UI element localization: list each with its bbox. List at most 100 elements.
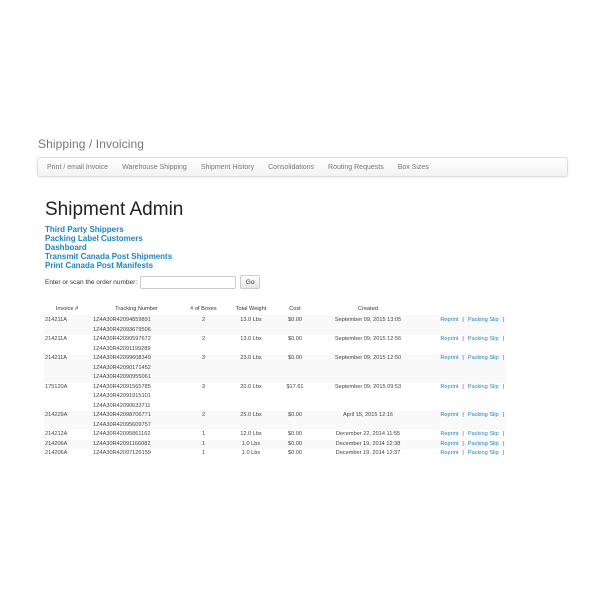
cost-cell: $17.61 <box>286 383 304 390</box>
cost-cell: $0.00 <box>278 439 312 449</box>
action-separator: | <box>502 412 505 418</box>
tracking-cell: 1Z4A30R42091565785 1Z4A30R42091915101 1Z4A… <box>90 383 183 412</box>
actions-cell: Reprint|Packing Slip|Void <box>424 430 506 440</box>
invoice-cell: 214206A <box>44 439 90 449</box>
table-row: 214211A 1Z4A30R42090597672 1Z4A30R42091199… <box>44 335 506 354</box>
tracking-cell: 1Z4A30R42090597672 1Z4A30R42091199289 <box>90 335 183 354</box>
boxes-cell: 1 <box>201 450 206 456</box>
action-separator: | <box>462 440 464 447</box>
tracking-number: 1Z4A30R42095861162 <box>93 431 151 437</box>
created-cell: September 09, 2015 12:56 <box>334 336 402 342</box>
table-body: 214211A 1Z4A30R42094859891 1Z4A30R42093679… <box>44 315 506 459</box>
nav-print-email-invoice[interactable]: Print / email Invoice <box>47 164 108 171</box>
table-row: 214211A 1Z4A30R42094859891 1Z4A30R42093679… <box>44 315 506 335</box>
tracking-cell: 1Z4A30R42098706771 1Z4A30R42095609757 <box>90 411 183 430</box>
link-transmit-canada-post[interactable]: Transmit Canada Post Shipments <box>45 252 172 261</box>
action-separator: | <box>502 450 505 456</box>
action-separator: | <box>462 450 464 456</box>
order-search: Enter or scan the order number: Go <box>45 275 261 289</box>
order-search-label: Enter or scan the order number: <box>45 278 138 286</box>
tracking-cell: 1Z4A30R42097126159 <box>90 449 183 459</box>
packing-slip-link[interactable]: Packing Slip <box>468 441 499 447</box>
link-dashboard[interactable]: Dashboard <box>45 243 172 252</box>
table-header-row: Invoice # Tracking Number # of Boxes Tot… <box>44 303 506 315</box>
weight-cell: 20.0 Lbs <box>240 383 262 390</box>
tracking-number: 1Z4A30R42098706771 <box>93 412 151 418</box>
weight-cell: 1.0 Lbs <box>224 439 278 449</box>
actions-cell: Reprint|Packing Slip|Void <box>424 383 506 412</box>
col-boxes: # of Boxes <box>190 306 217 312</box>
reprint-link[interactable]: Reprint <box>440 384 458 390</box>
nav-box-sizes[interactable]: Box Sizes <box>398 164 429 171</box>
reprint-link[interactable]: Reprint <box>440 431 458 437</box>
packing-slip-link[interactable]: Packing Slip <box>468 317 499 323</box>
reprint-link[interactable]: Reprint <box>440 355 458 361</box>
reprint-link[interactable]: Reprint <box>440 450 458 456</box>
boxes-cell: 3 <box>201 383 206 390</box>
tracking-number: 1Z4A30R42091915101 <box>93 393 151 399</box>
nav-warehouse-shipping[interactable]: Warehouse Shipping <box>122 164 187 171</box>
packing-slip-link[interactable]: Packing Slip <box>468 384 499 390</box>
tracking-number: 1Z4A30R42090171452 <box>93 364 151 371</box>
reprint-link[interactable]: Reprint <box>440 412 458 418</box>
tracking-number: 1Z4A30R42091166082 <box>93 440 151 447</box>
action-separator: | <box>462 355 464 361</box>
actions-cell: Reprint|Packing Slip|Void <box>424 449 506 459</box>
packing-slip-link[interactable]: Packing Slip <box>468 336 499 342</box>
reprint-link[interactable]: Reprint <box>440 317 458 323</box>
link-third-party-shippers[interactable]: Third Party Shippers <box>45 225 172 234</box>
action-separator: | <box>502 317 505 323</box>
packing-slip-link[interactable]: Packing Slip <box>468 450 499 456</box>
reprint-link[interactable]: Reprint <box>440 441 458 447</box>
boxes-cell: 3 <box>183 354 224 383</box>
packing-slip-link[interactable]: Packing Slip <box>468 412 499 418</box>
reprint-link[interactable]: Reprint <box>440 336 458 342</box>
tracking-number: 1Z4A30R42094859891 <box>93 317 151 323</box>
table-row: 214229A 1Z4A30R42098706771 1Z4A30R42095609… <box>44 411 506 430</box>
cost-cell: $0.00 <box>278 354 312 383</box>
actions-cell: Reprint|Packing Slip|Void <box>424 354 506 383</box>
tracking-cell: 1Z4A30R42095861162 <box>90 430 183 440</box>
action-separator: | <box>502 355 505 361</box>
packing-slip-link[interactable]: Packing Slip <box>468 355 499 361</box>
created-cell: April 15, 2015 12:16 <box>312 411 424 430</box>
cost-cell: $0.00 <box>278 411 312 430</box>
invoice-cell: 214211A <box>45 336 67 342</box>
tracking-cell: 1Z4A30R42094859891 1Z4A30R42093679506 <box>90 315 183 335</box>
invoice-cell: 214211A <box>44 315 90 335</box>
link-packing-label-customers[interactable]: Packing Label Customers <box>45 234 172 243</box>
nav-shipment-history[interactable]: Shipment History <box>201 164 254 171</box>
col-created: Created <box>358 306 378 312</box>
table-row: 214211A 1Z4A30R42099608349 1Z4A30R42090171… <box>44 354 506 383</box>
action-separator: | <box>502 431 505 437</box>
weight-cell: 13.0 Lbs <box>224 315 278 335</box>
weight-cell: 12.0 Lbs <box>240 431 262 437</box>
table-row: 214212A 1Z4A30R42095861162 1 12.0 Lbs $0.00 D… <box>44 430 506 440</box>
go-button[interactable]: Go <box>240 275 261 289</box>
created-cell: September 09, 2015 13:05 <box>312 315 424 335</box>
action-separator: | <box>502 383 505 390</box>
shipments-table: Invoice # Tracking Number # of Boxes Tot… <box>44 303 506 459</box>
created-cell: December 19, 2014 12:37 <box>335 450 401 456</box>
link-print-canada-post-manifests[interactable]: Print Canada Post Manifests <box>45 261 172 270</box>
weight-cell: 13.0 Lbs <box>240 336 262 342</box>
tracking-number: 1Z4A30R42090597672 <box>93 336 151 342</box>
invoice-cell: 175120A <box>45 383 68 390</box>
table-row: 175120A 1Z4A30R42091565785 1Z4A30R42091915… <box>44 383 506 412</box>
admin-links: Third Party Shippers Packing Label Custo… <box>45 225 172 270</box>
invoice-cell: 214211A <box>44 354 90 383</box>
packing-slip-link[interactable]: Packing Slip <box>468 431 499 437</box>
order-number-input[interactable] <box>140 275 237 289</box>
tracking-number: 1Z4A30R42090955061 <box>93 374 151 380</box>
created-cell: September 09, 2015 12:50 <box>312 354 424 383</box>
col-invoice: Invoice # <box>55 306 79 312</box>
invoice-cell: 214229A <box>44 411 90 430</box>
tracking-number: 1Z4A30R42097126159 <box>93 450 151 456</box>
nav-consolidations[interactable]: Consolidations <box>268 164 314 171</box>
actions-cell: Reprint|Packing Slip|Void <box>424 315 506 335</box>
invoice-cell: 214206A <box>45 450 68 456</box>
weight-cell: 23.0 Lbs <box>224 354 278 383</box>
nav-routing-requests[interactable]: Routing Requests <box>328 164 384 171</box>
action-separator: | <box>462 336 464 342</box>
cost-cell: $0.00 <box>288 431 302 437</box>
